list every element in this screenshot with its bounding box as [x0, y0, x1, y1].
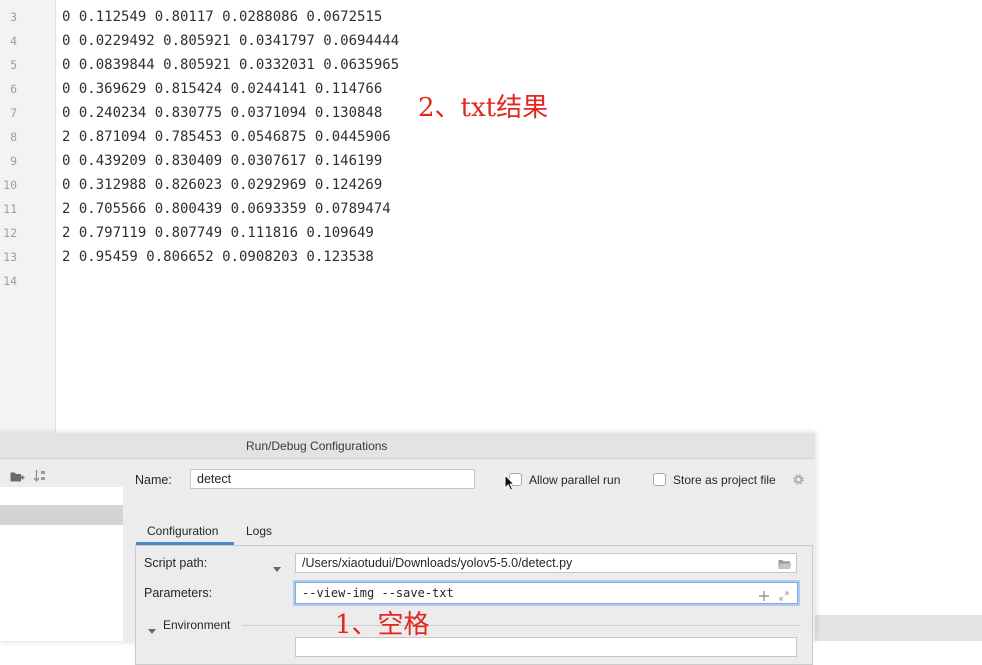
line-number: 3	[10, 10, 17, 24]
line-text[interactable]: 2 0.871094 0.785453 0.0546875 0.0445906	[62, 125, 391, 149]
code-line[interactable]: 3 0 0.112549 0.80117 0.0288086 0.0672515	[0, 5, 982, 29]
line-number: 11	[3, 202, 17, 216]
line-number: 13	[3, 250, 17, 264]
folder-open-icon[interactable]	[778, 557, 792, 575]
background-panel	[815, 615, 982, 641]
code-line[interactable]: 4 0 0.0229492 0.805921 0.0341797 0.069444…	[0, 29, 982, 53]
code-line[interactable]: 10 0 0.312988 0.826023 0.0292969 0.124269	[0, 173, 982, 197]
store-as-project-file-label[interactable]: Store as project file	[673, 470, 776, 490]
sort-alphabetically-icon[interactable]	[33, 469, 47, 488]
line-text[interactable]: 0 0.439209 0.830409 0.0307617 0.146199	[62, 149, 382, 173]
code-line[interactable]: 5 0 0.0839844 0.805921 0.0332031 0.063596…	[0, 53, 982, 77]
annotation-txt-result: 2、txt结果	[418, 93, 549, 123]
configuration-list-item[interactable]	[0, 505, 123, 525]
parameters-field[interactable]	[295, 582, 798, 604]
chevron-down-icon[interactable]	[273, 560, 281, 578]
code-line[interactable]: 14	[0, 269, 982, 293]
code-line[interactable]: 12 2 0.797119 0.807749 0.111816 0.109649	[0, 221, 982, 245]
line-text[interactable]: 0 0.0229492 0.805921 0.0341797 0.0694444	[62, 29, 399, 53]
line-text[interactable]: 2 0.705566 0.800439 0.0693359 0.0789474	[62, 197, 391, 221]
script-path-field[interactable]	[295, 553, 797, 573]
parameters-label: Parameters:	[144, 586, 213, 600]
line-number: 12	[3, 226, 17, 240]
line-number: 14	[3, 274, 17, 288]
line-text[interactable]: 0 0.112549 0.80117 0.0288086 0.0672515	[62, 5, 382, 29]
dialog-title: Run/Debug Configurations	[246, 439, 388, 453]
editor-code[interactable]: 30 0.112549 0.80117 0.0288086 0.0672515 …	[0, 5, 982, 293]
line-text[interactable]: 0 0.0839844 0.805921 0.0332031 0.0635965	[62, 53, 399, 77]
line-text[interactable]: 0 0.312988 0.826023 0.0292969 0.124269	[62, 173, 382, 197]
tab-configuration[interactable]: Configuration	[147, 521, 218, 541]
section-divider	[242, 625, 800, 626]
line-text[interactable]: 0 0.369629 0.815424 0.0244141 0.114766	[62, 77, 382, 101]
triangle-down-icon[interactable]	[148, 622, 156, 640]
plus-icon[interactable]	[759, 588, 769, 606]
folder-plus-icon[interactable]	[10, 470, 25, 488]
line-number: 4	[10, 34, 17, 48]
allow-parallel-run-label[interactable]: Allow parallel run	[529, 470, 620, 490]
line-text[interactable]: 2 0.797119 0.807749 0.111816 0.109649	[62, 221, 374, 245]
expand-icon[interactable]	[779, 588, 789, 606]
gear-icon[interactable]	[792, 473, 805, 491]
store-as-project-file-checkbox[interactable]	[653, 473, 666, 486]
line-number: 8	[10, 130, 17, 144]
annotation-space: 1、空格	[335, 610, 430, 640]
dialog-titlebar[interactable]: Run/Debug Configurations	[0, 433, 815, 459]
script-path-label: Script path:	[144, 556, 208, 570]
line-number: 5	[10, 58, 17, 72]
line-number: 9	[10, 154, 17, 168]
configuration-list[interactable]	[0, 487, 123, 641]
code-line[interactable]: 8 2 0.871094 0.785453 0.0546875 0.0445906	[0, 125, 982, 149]
line-number: 6	[10, 82, 17, 96]
line-text[interactable]: 0 0.240234 0.830775 0.0371094 0.130848	[62, 101, 382, 125]
code-line[interactable]: 13 2 0.95459 0.806652 0.0908203 0.123538	[0, 245, 982, 269]
line-number: 10	[3, 178, 17, 192]
tab-logs[interactable]: Logs	[246, 521, 272, 541]
line-text[interactable]: 2 0.95459 0.806652 0.0908203 0.123538	[62, 245, 374, 269]
code-line[interactable]: 9 0 0.439209 0.830409 0.0307617 0.146199	[0, 149, 982, 173]
name-field[interactable]	[190, 469, 475, 489]
name-label: Name:	[135, 473, 172, 487]
environment-section-label[interactable]: Environment	[163, 615, 230, 635]
line-number: 7	[10, 106, 17, 120]
code-line[interactable]: 11 2 0.705566 0.800439 0.0693359 0.078947…	[0, 197, 982, 221]
mouse-pointer-icon	[504, 473, 516, 497]
